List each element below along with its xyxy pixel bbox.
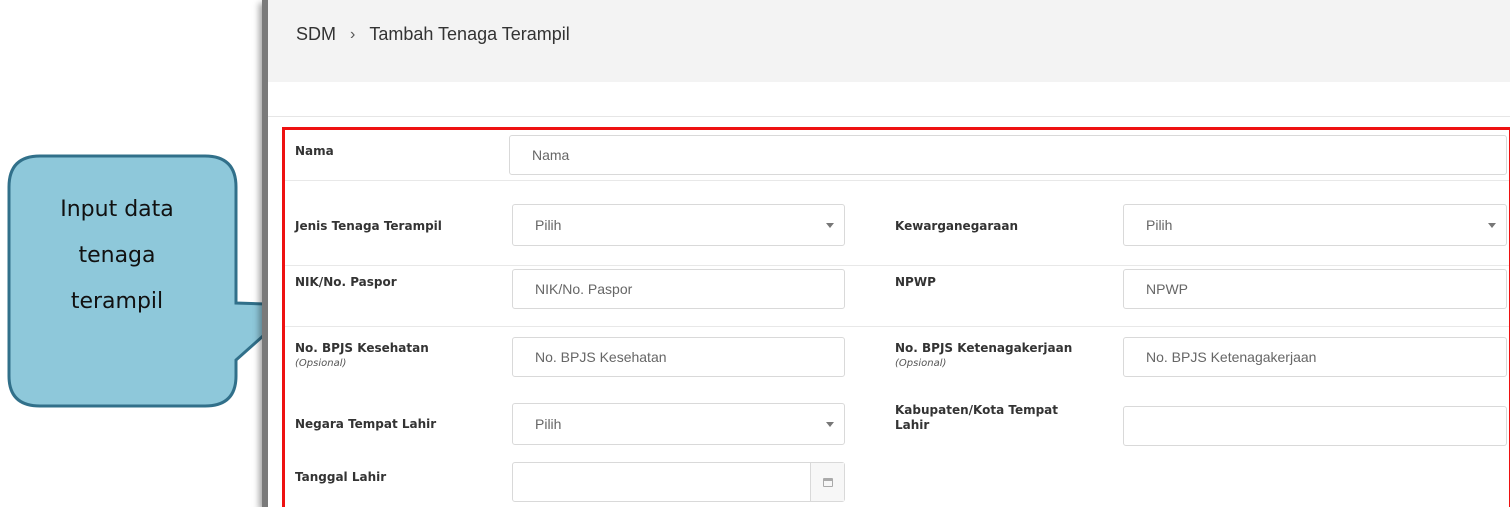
label-bpjs-ketenagakerjaan-note: (Opsional) xyxy=(895,358,947,369)
app-window: SDM › Tambah Tenaga Terampil Nama Nama J… xyxy=(262,0,1510,507)
label-nama: Nama xyxy=(295,144,334,158)
tanggal-lahir-input[interactable] xyxy=(512,462,845,502)
bpjs-ketenagakerjaan-placeholder: No. BPJS Ketenagakerjaan xyxy=(1146,349,1317,365)
nik-input[interactable]: NIK/No. Paspor xyxy=(512,269,845,309)
chevron-down-icon xyxy=(826,223,834,228)
breadcrumb: SDM › Tambah Tenaga Terampil xyxy=(296,24,570,45)
label-kota-lahir: Kabupaten/Kota Tempat Lahir xyxy=(895,403,1059,432)
label-bpjs-kesehatan-text: No. BPJS Kesehatan xyxy=(295,341,429,355)
label-kewarganegaraan: Kewarganegaraan xyxy=(895,219,1019,233)
row-divider xyxy=(285,326,1509,327)
label-tanggal-lahir: Tanggal Lahir xyxy=(295,470,387,484)
kewarganegaraan-select[interactable]: Pilih xyxy=(1123,204,1507,246)
bpjs-kesehatan-placeholder: No. BPJS Kesehatan xyxy=(535,349,667,365)
chevron-down-icon xyxy=(826,422,834,427)
jenis-tenaga-select[interactable]: Pilih xyxy=(512,204,845,246)
npwp-input[interactable]: NPWP xyxy=(1123,269,1507,309)
npwp-placeholder: NPWP xyxy=(1146,281,1188,297)
label-negara-lahir: Negara Tempat Lahir xyxy=(295,417,437,431)
nama-placeholder: Nama xyxy=(532,147,570,163)
calendar-icon xyxy=(822,477,833,487)
label-bpjs-kesehatan-note: (Opsional) xyxy=(295,358,347,369)
form-highlight: Nama Nama Jenis Tenaga Terampil Pilih Ke… xyxy=(282,127,1510,507)
bpjs-ketenagakerjaan-input[interactable]: No. BPJS Ketenagakerjaan xyxy=(1123,337,1507,377)
label-bpjs-ketenagakerjaan-text: No. BPJS Ketenagakerjaan xyxy=(895,341,1073,355)
callout-text: Input data tenaga terampil xyxy=(60,197,174,314)
breadcrumb-current: Tambah Tenaga Terampil xyxy=(369,24,570,44)
row-divider xyxy=(285,265,1509,266)
chevron-right-icon: › xyxy=(350,25,356,43)
header-bar: SDM › Tambah Tenaga Terampil xyxy=(268,0,1510,82)
label-jenis-tenaga: Jenis Tenaga Terampil xyxy=(295,219,442,233)
label-bpjs-kesehatan: No. BPJS Kesehatan (Opsional) xyxy=(295,341,429,371)
chevron-down-icon xyxy=(1488,223,1496,228)
nama-input[interactable]: Nama xyxy=(509,135,1507,175)
jenis-tenaga-value: Pilih xyxy=(535,217,562,233)
kewarganegaraan-value: Pilih xyxy=(1146,217,1173,233)
calendar-button[interactable] xyxy=(810,463,844,501)
negara-lahir-select[interactable]: Pilih xyxy=(512,403,845,445)
label-bpjs-ketenagakerjaan: No. BPJS Ketenagakerjaan (Opsional) xyxy=(895,341,1072,371)
breadcrumb-root[interactable]: SDM xyxy=(296,24,336,45)
label-nik: NIK/No. Paspor xyxy=(295,275,397,289)
divider xyxy=(268,116,1510,117)
negara-lahir-value: Pilih xyxy=(535,416,562,432)
label-npwp: NPWP xyxy=(895,275,936,289)
callout-bubble: Input data tenaga terampil xyxy=(0,0,300,507)
kota-lahir-input[interactable] xyxy=(1123,406,1507,446)
nik-placeholder: NIK/No. Paspor xyxy=(535,281,633,297)
bpjs-kesehatan-input[interactable]: No. BPJS Kesehatan xyxy=(512,337,845,377)
row-divider xyxy=(285,180,1509,181)
